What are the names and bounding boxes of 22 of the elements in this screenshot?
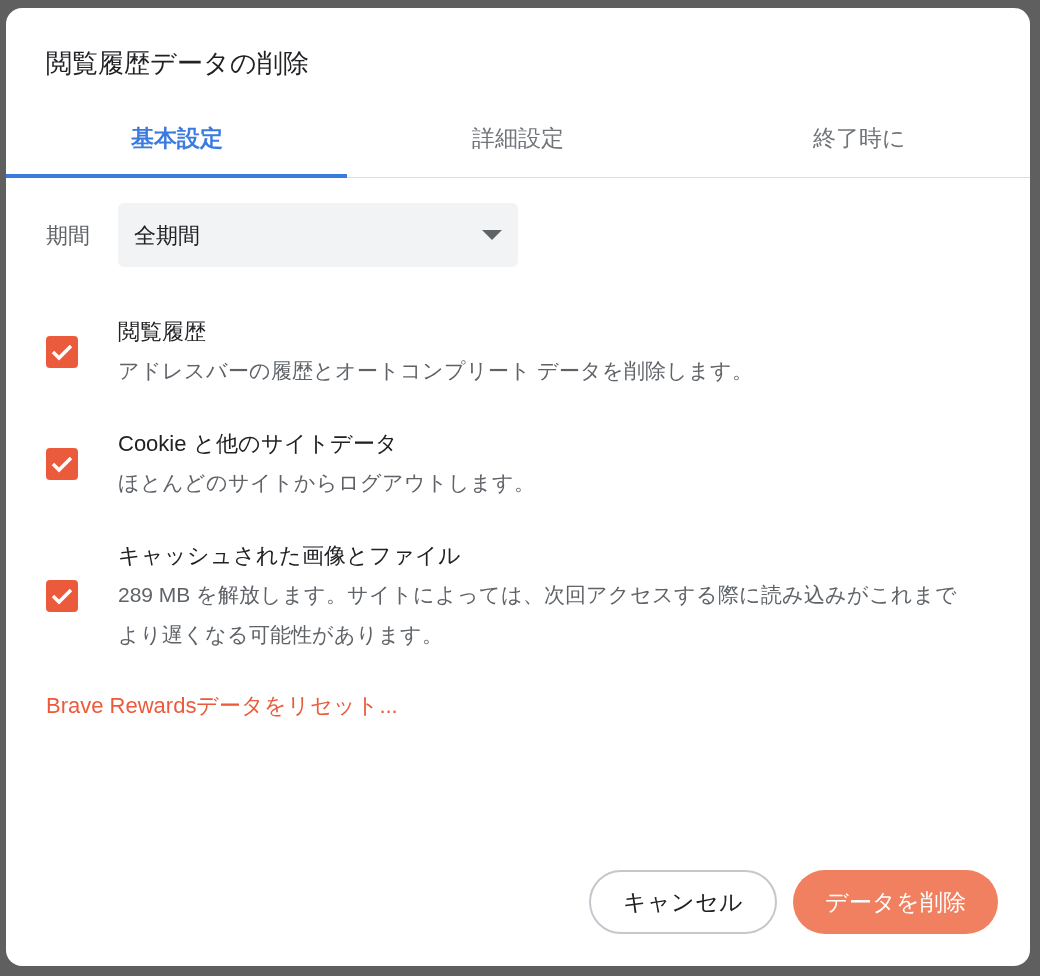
period-select[interactable]: 全期間 [118,203,518,267]
dialog-title: 閲覧履歴データの削除 [46,47,309,80]
period-label: 期間 [46,221,90,250]
option-description: ほとんどのサイトからログアウトします。 [118,470,536,496]
tab[interactable]: 終了時に [688,102,1030,178]
checkbox[interactable] [46,448,78,480]
check-icon [51,455,73,473]
option-title: キャッシュされた画像とファイル [118,542,462,570]
option-title: 閲覧履歴 [118,318,207,346]
tab[interactable]: 基本設定 [6,102,348,178]
checkbox[interactable] [46,336,78,368]
option-title: Cookie と他のサイトデータ [118,430,399,458]
caret-icon [482,230,502,240]
option-description: アドレスバーの履歴とオートコンプリート データを削除します。 [118,358,754,384]
tab[interactable]: 詳細設定 [347,102,689,178]
check-icon [51,587,73,605]
cancel-button[interactable]: キャンセル [589,870,777,934]
delete-button[interactable]: データを削除 [793,870,998,934]
option-description: 289 MB を解放します。サイトによっては、次回アクセスする際に読み込みがこれまでより遅くなる可能性があります。 [118,582,959,648]
reset-rewards-link[interactable]: Brave Rewardsデータをリセット... [46,689,398,722]
check-icon [51,343,73,361]
checkbox[interactable] [46,580,78,612]
